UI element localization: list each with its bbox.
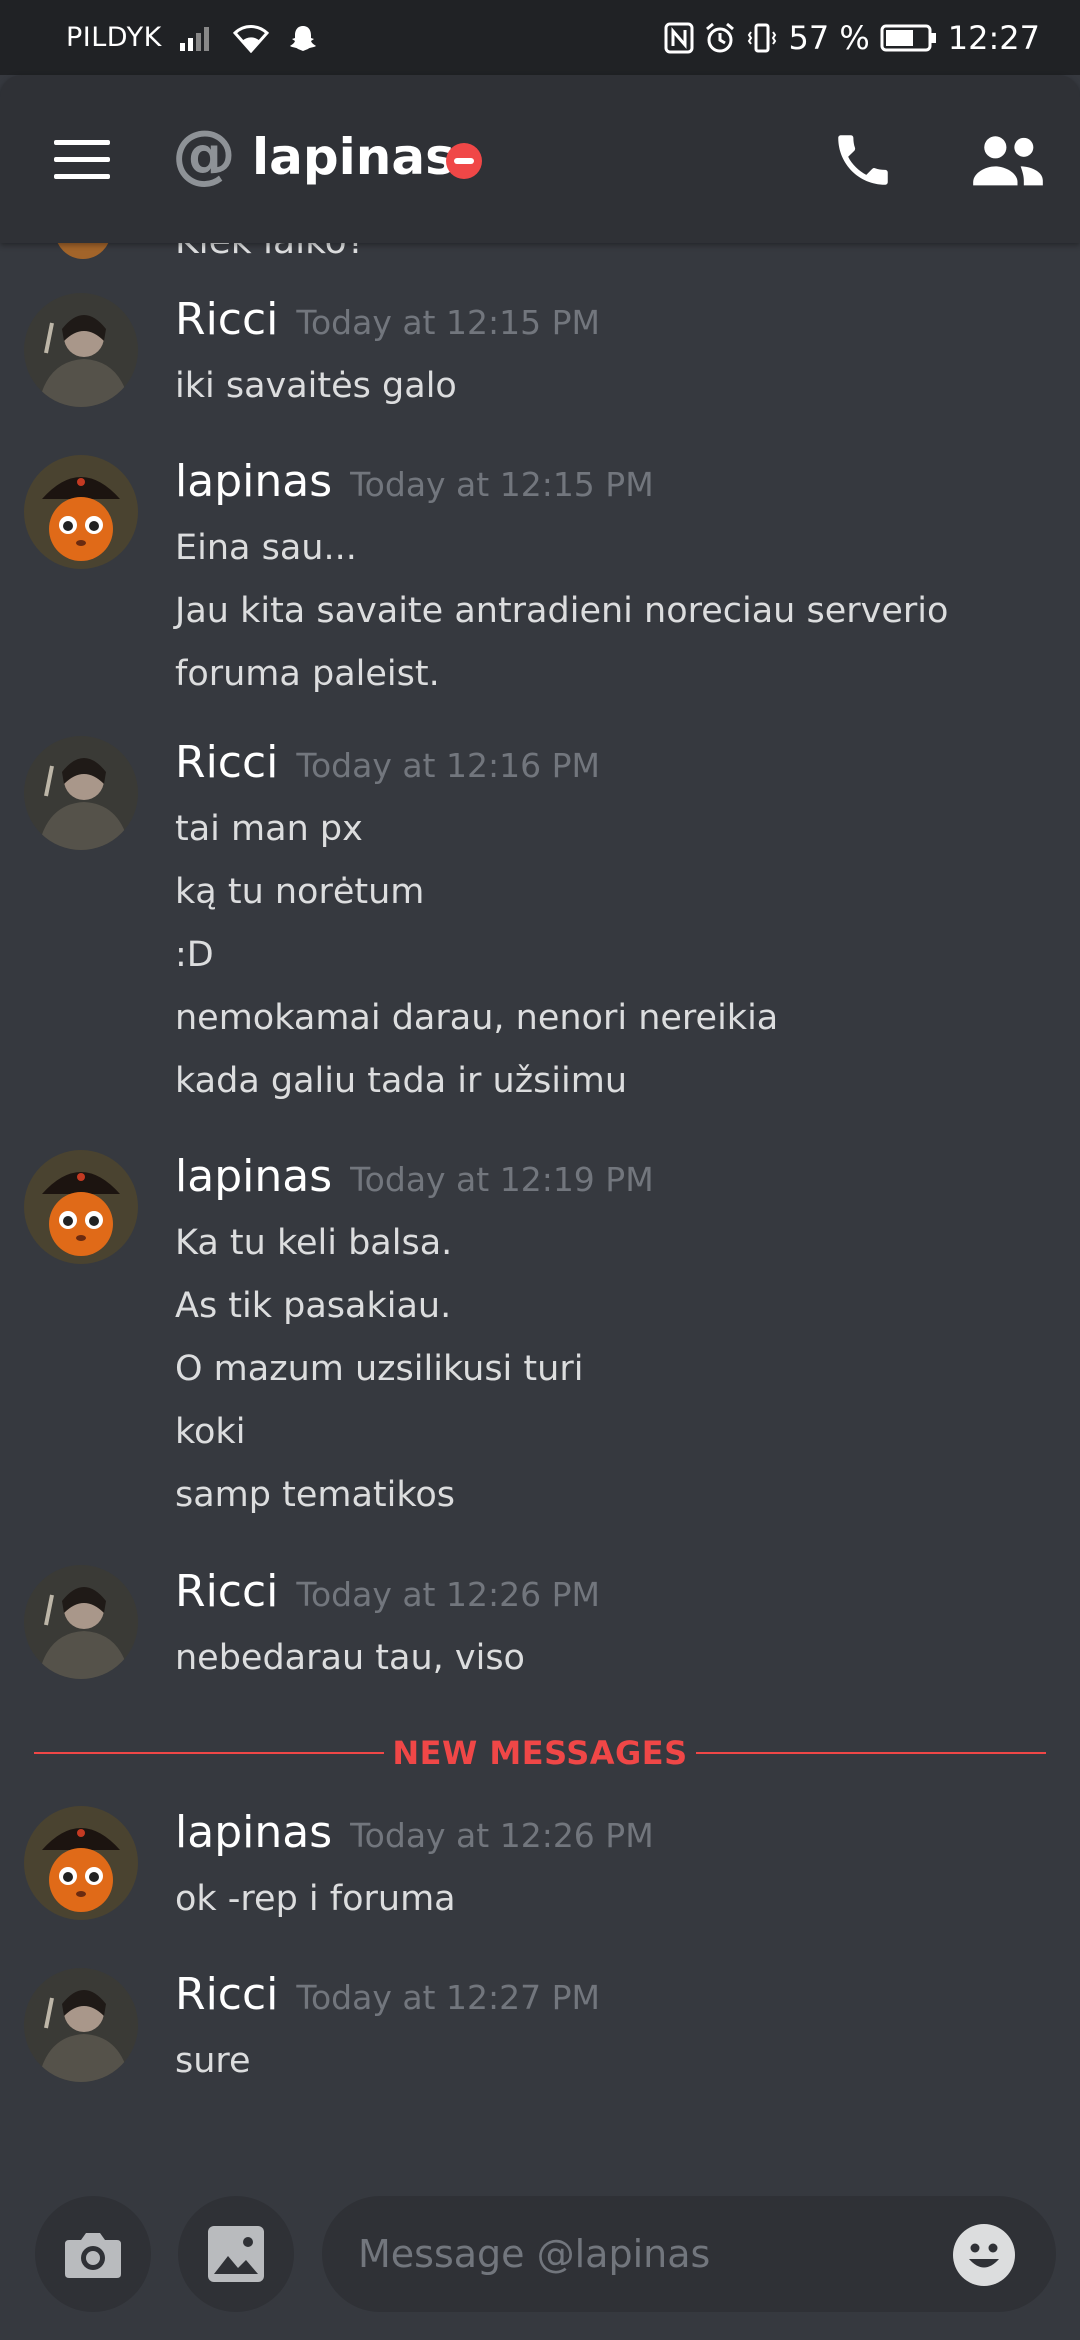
message-text: kada galiu tada ir užsiimu bbox=[175, 1061, 628, 1101]
image-icon bbox=[208, 2226, 264, 2282]
author-name[interactable]: Ricci bbox=[175, 294, 278, 345]
status-bar: PILDYK 57 % 12:27 bbox=[0, 0, 1080, 75]
message-text: As tik pasakiau. bbox=[175, 1286, 452, 1326]
message-text: O mazum uzsilikusi turi bbox=[175, 1349, 584, 1389]
nfc-icon bbox=[664, 22, 694, 54]
avatar[interactable] bbox=[24, 1565, 138, 1679]
avatar[interactable] bbox=[24, 736, 138, 850]
message-text: Kiek laiko? bbox=[175, 243, 366, 262]
smiley-icon bbox=[969, 2243, 999, 2268]
message-text: iki savaitės galo bbox=[175, 366, 457, 406]
message-text: nemokamai darau, nenori nereikia bbox=[175, 998, 779, 1038]
people-icon bbox=[973, 136, 1043, 186]
message-author: lapinas Today at 12:19 PM bbox=[175, 1150, 654, 1207]
alarm-icon bbox=[704, 22, 736, 54]
divider-line bbox=[696, 1752, 1046, 1754]
message-author: Ricci Today at 12:26 PM bbox=[175, 1565, 600, 1622]
message-text: Ka tu keli balsa. bbox=[175, 1223, 453, 1263]
message-text: koki bbox=[175, 1412, 246, 1452]
author-name[interactable]: lapinas bbox=[175, 1807, 332, 1858]
message-text: ok -rep i foruma bbox=[175, 1879, 456, 1919]
camera-button[interactable] bbox=[35, 2196, 151, 2312]
message-text: Eina sau... bbox=[175, 528, 357, 568]
message-text: :D bbox=[175, 935, 214, 975]
author-name[interactable]: Ricci bbox=[175, 1969, 278, 2020]
message-text: nebedarau tau, viso bbox=[175, 1638, 525, 1678]
message-text: Jau kita savaite antradieni noreciau ser… bbox=[175, 591, 949, 631]
message-author: Ricci Today at 12:15 PM bbox=[175, 293, 600, 350]
message-text: foruma paleist. bbox=[175, 654, 440, 694]
gallery-button[interactable] bbox=[178, 2196, 294, 2312]
message-timestamp: Today at 12:26 PM bbox=[296, 1575, 600, 1614]
avatar[interactable] bbox=[24, 455, 138, 569]
message-timestamp: Today at 12:26 PM bbox=[350, 1816, 654, 1855]
message-text: samp tematikos bbox=[175, 1475, 456, 1515]
avatar[interactable] bbox=[24, 1806, 138, 1920]
avatar[interactable] bbox=[24, 293, 138, 407]
message-text: ką tu norėtum bbox=[175, 872, 425, 912]
snapchat-icon bbox=[288, 23, 318, 53]
message-author: Ricci Today at 12:27 PM bbox=[175, 1968, 600, 2025]
message-composer bbox=[0, 2180, 1080, 2340]
message-text: sure bbox=[175, 2041, 251, 2081]
message-timestamp: Today at 12:19 PM bbox=[350, 1160, 654, 1199]
message-timestamp: Today at 12:15 PM bbox=[350, 465, 654, 504]
at-icon: @ bbox=[172, 118, 236, 192]
emoji-button[interactable] bbox=[953, 2224, 1015, 2286]
clock: 12:27 bbox=[947, 18, 1040, 57]
menu-button[interactable] bbox=[54, 140, 110, 180]
call-button[interactable] bbox=[830, 127, 896, 193]
message-input[interactable] bbox=[322, 2196, 1056, 2312]
phone-icon bbox=[838, 135, 888, 185]
avatar[interactable] bbox=[24, 1150, 138, 1264]
vibrate-icon bbox=[746, 22, 778, 54]
message-author: Ricci Today at 12:16 PM bbox=[175, 736, 600, 793]
battery-percent: 57 % bbox=[788, 18, 870, 57]
camera-icon bbox=[65, 2233, 121, 2278]
carrier-label: PILDYK bbox=[66, 22, 162, 53]
members-button[interactable] bbox=[970, 127, 1046, 193]
wifi-icon bbox=[232, 23, 270, 53]
channel-title: lapinas bbox=[252, 128, 455, 186]
avatar[interactable] bbox=[24, 1968, 138, 2082]
channel-header: @ lapinas bbox=[0, 75, 1080, 243]
author-name[interactable]: lapinas bbox=[175, 1151, 332, 1202]
author-name[interactable]: Ricci bbox=[175, 1566, 278, 1617]
message-text: tai man px bbox=[175, 809, 363, 849]
new-messages-divider: NEW MESSAGES bbox=[34, 1733, 1046, 1773]
author-name[interactable]: Ricci bbox=[175, 737, 278, 788]
message-timestamp: Today at 12:27 PM bbox=[296, 1978, 600, 2017]
message-author: lapinas Today at 12:15 PM bbox=[175, 455, 654, 512]
avatar[interactable] bbox=[55, 243, 111, 259]
do-not-disturb-icon bbox=[446, 143, 482, 179]
message-timestamp: Today at 12:15 PM bbox=[296, 303, 600, 342]
message-timestamp: Today at 12:16 PM bbox=[296, 746, 600, 785]
message-author: lapinas Today at 12:26 PM bbox=[175, 1806, 654, 1863]
signal-icon bbox=[179, 25, 214, 51]
message-list[interactable]: Kiek laiko? Ricci Today at 12:15 PM iki s… bbox=[0, 243, 1080, 2180]
author-name[interactable]: lapinas bbox=[175, 456, 332, 507]
battery-icon bbox=[880, 23, 938, 53]
